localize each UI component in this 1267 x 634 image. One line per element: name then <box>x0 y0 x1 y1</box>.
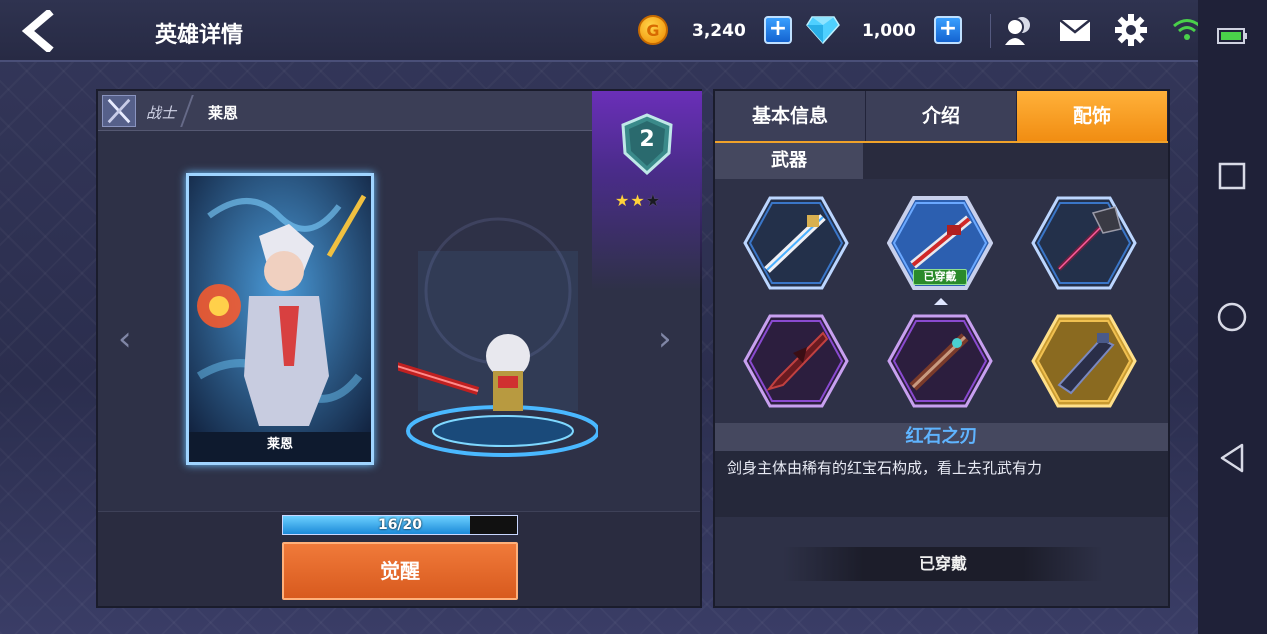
divider <box>990 14 991 48</box>
hero-portrait-art <box>189 176 371 462</box>
next-hero-arrow[interactable]: › <box>658 319 672 359</box>
subtab-bar: 武器 <box>715 143 1168 179</box>
system-nav-bar <box>1198 0 1267 634</box>
item-slot[interactable] <box>743 313 849 409</box>
hero-class: 战士 <box>146 104 177 122</box>
gear-icon[interactable] <box>1114 13 1148 47</box>
star-filled-icon: ★ <box>615 191 631 210</box>
header-divider <box>180 95 194 127</box>
add-coins-button[interactable]: + <box>764 16 792 44</box>
tab-basic-info[interactable]: 基本信息 <box>715 91 866 141</box>
progress-text: 16/20 <box>377 517 423 533</box>
page-title: 英雄详情 <box>155 23 244 48</box>
item-slot[interactable] <box>1031 195 1137 291</box>
awaken-section: 16/20 觉醒 <box>98 511 700 606</box>
tab-accessories[interactable]: 配饰 <box>1017 91 1168 141</box>
awaken-button[interactable]: 觉醒 <box>282 542 518 600</box>
item-description: 剑身主体由稀有的红宝石构成，看上去孔武有力 <box>727 459 1043 477</box>
home-icon[interactable] <box>1214 299 1250 335</box>
back-button[interactable] <box>18 8 58 54</box>
equipped-badge: 已穿戴 <box>913 269 967 285</box>
level-banner: 2 ★★★ <box>592 91 702 291</box>
battery-icon <box>1217 28 1247 44</box>
hero-panel: 战士 莱恩 2 ★★★ ‹ › 莱恩 16/20 觉醒 <box>96 89 702 608</box>
shard-progress-bar: 16/20 <box>282 515 518 535</box>
back-nav-icon[interactable] <box>1214 440 1250 476</box>
rusted-greatsword-icon <box>887 314 993 408</box>
star-rating: ★★★ <box>615 191 661 210</box>
item-name: 红石之刃 <box>905 426 978 447</box>
item-slot[interactable] <box>887 313 993 409</box>
top-bar: 英雄详情 G 3,240 + 1,000 + <box>0 0 1201 62</box>
hero-portrait-card[interactable]: 莱恩 <box>186 173 374 465</box>
subtab-weapon[interactable]: 武器 <box>715 143 863 179</box>
crimson-blade-icon <box>743 314 849 408</box>
item-slot-equipped[interactable]: 已穿戴 <box>886 195 994 291</box>
equipped-status-button[interactable]: 已穿戴 <box>783 547 1103 581</box>
dark-spear-icon <box>1031 196 1137 290</box>
hero-name: 莱恩 <box>208 104 239 122</box>
add-gems-button[interactable]: + <box>934 16 962 44</box>
recent-apps-icon[interactable] <box>1214 158 1250 194</box>
blue-white-sword-icon <box>743 196 849 290</box>
sword-class-icon <box>102 95 136 127</box>
hero-sprite <box>346 217 600 457</box>
chevron-left-icon <box>21 8 54 54</box>
coin-count: 3,240 <box>692 21 746 41</box>
hero-header: 战士 莱恩 <box>98 91 592 131</box>
gem-count: 1,000 <box>862 21 916 41</box>
mail-icon[interactable] <box>1058 13 1092 47</box>
item-name-bar: 红石之刃 <box>715 423 1168 451</box>
card-hero-name: 莱恩 <box>266 437 293 452</box>
item-slot[interactable] <box>743 195 849 291</box>
friends-icon[interactable] <box>1002 13 1036 47</box>
coin-icon: G <box>638 15 668 45</box>
dark-gauntlet-blade-icon <box>1031 314 1137 408</box>
gem-icon <box>806 16 840 45</box>
item-slot[interactable] <box>1031 313 1137 409</box>
accessory-panel: 基本信息 介绍 配饰 武器 已穿戴 红石之刃 剑身主体由稀有的红宝石构成，看上去… <box>713 89 1170 608</box>
star-empty-icon: ★ <box>645 191 662 210</box>
level-number: 2 <box>639 127 655 152</box>
previous-hero-arrow[interactable]: ‹ <box>118 319 132 359</box>
hero-sprite-stage <box>346 211 600 461</box>
star-filled-icon: ★ <box>630 191 646 210</box>
selected-indicator <box>934 298 948 305</box>
tab-introduction[interactable]: 介绍 <box>866 91 1017 141</box>
item-description-box: 剑身主体由稀有的红宝石构成，看上去孔武有力 <box>715 451 1168 517</box>
